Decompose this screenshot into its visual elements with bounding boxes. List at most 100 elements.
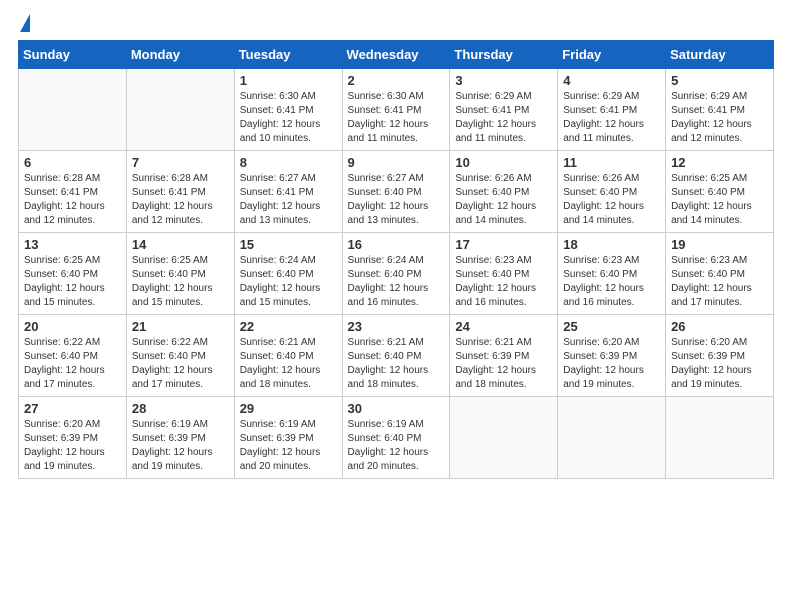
- day-number: 15: [240, 237, 337, 252]
- day-number: 18: [563, 237, 660, 252]
- day-info: Sunrise: 6:23 AM Sunset: 6:40 PM Dayligh…: [671, 254, 768, 310]
- calendar-week-4: 27 Sunrise: 6:20 AM Sunset: 6:39 PM Dayli…: [19, 397, 774, 479]
- table-row: 11Sunrise: 6:26 AM Sunset: 6:40 PM Dayli…: [558, 151, 666, 233]
- day-number: 17: [455, 237, 552, 252]
- table-row: 28 Sunrise: 6:19 AM Sunset: 6:39 PM Dayli…: [126, 397, 234, 479]
- day-info: Sunrise: 6:20 AM Sunset: 6:39 PM Dayligh…: [671, 336, 768, 392]
- day-info: Sunrise: 6:25 AM Sunset: 6:40 PM Dayligh…: [24, 254, 121, 310]
- table-row: 20 Sunrise: 6:22 AM Sunset: 6:40 PM Dayli…: [19, 315, 127, 397]
- day-info: Sunrise: 6:26 AM Sunset: 6:40 PM Dayligh…: [455, 172, 552, 228]
- table-row: 21 Sunrise: 6:22 AM Sunset: 6:40 PM Dayli…: [126, 315, 234, 397]
- day-info: Sunrise: 6:19 AM Sunset: 6:40 PM Dayligh…: [348, 418, 445, 474]
- day-info: Sunrise: 6:25 AM Sunset: 6:40 PM Dayligh…: [671, 172, 768, 228]
- col-header-friday: Friday: [558, 41, 666, 69]
- day-number: 4: [563, 73, 660, 88]
- calendar-week-3: 20 Sunrise: 6:22 AM Sunset: 6:40 PM Dayli…: [19, 315, 774, 397]
- table-row: [19, 69, 127, 151]
- day-number: 3: [455, 73, 552, 88]
- col-header-tuesday: Tuesday: [234, 41, 342, 69]
- calendar-week-2: 13 Sunrise: 6:25 AM Sunset: 6:40 PM Dayli…: [19, 233, 774, 315]
- day-number: 1: [240, 73, 337, 88]
- table-row: 7 Sunrise: 6:28 AM Sunset: 6:41 PM Daylig…: [126, 151, 234, 233]
- table-row: 17 Sunrise: 6:23 AM Sunset: 6:40 PM Dayli…: [450, 233, 558, 315]
- table-row: 14Sunrise: 6:25 AM Sunset: 6:40 PM Dayli…: [126, 233, 234, 315]
- header: [18, 18, 774, 32]
- day-number: 7: [132, 155, 229, 170]
- day-number: 6: [24, 155, 121, 170]
- calendar-table: SundayMondayTuesdayWednesdayThursdayFrid…: [18, 40, 774, 479]
- table-row: 4 Sunrise: 6:29 AM Sunset: 6:41 PM Daylig…: [558, 69, 666, 151]
- table-row: 6 Sunrise: 6:28 AM Sunset: 6:41 PM Daylig…: [19, 151, 127, 233]
- day-number: 20: [24, 319, 121, 334]
- table-row: 13 Sunrise: 6:25 AM Sunset: 6:40 PM Dayli…: [19, 233, 127, 315]
- day-info: Sunrise: 6:29 AM Sunset: 6:41 PM Dayligh…: [671, 90, 768, 146]
- table-row: [450, 397, 558, 479]
- day-number: 28: [132, 401, 229, 416]
- table-row: 18Sunrise: 6:23 AM Sunset: 6:40 PM Dayli…: [558, 233, 666, 315]
- day-info: Sunrise: 6:21 AM Sunset: 6:39 PM Dayligh…: [455, 336, 552, 392]
- logo-triangle-icon: [20, 14, 30, 32]
- table-row: 30 Sunrise: 6:19 AM Sunset: 6:40 PM Dayli…: [342, 397, 450, 479]
- table-row: 12 Sunrise: 6:25 AM Sunset: 6:40 PM Dayli…: [666, 151, 774, 233]
- day-number: 23: [348, 319, 445, 334]
- day-info: Sunrise: 6:28 AM Sunset: 6:41 PM Dayligh…: [24, 172, 121, 228]
- day-number: 16: [348, 237, 445, 252]
- day-number: 5: [671, 73, 768, 88]
- calendar-week-0: 1 Sunrise: 6:30 AM Sunset: 6:41 PM Daylig…: [19, 69, 774, 151]
- table-row: 1 Sunrise: 6:30 AM Sunset: 6:41 PM Daylig…: [234, 69, 342, 151]
- table-row: 24 Sunrise: 6:21 AM Sunset: 6:39 PM Dayli…: [450, 315, 558, 397]
- day-info: Sunrise: 6:24 AM Sunset: 6:40 PM Dayligh…: [348, 254, 445, 310]
- day-info: Sunrise: 6:20 AM Sunset: 6:39 PM Dayligh…: [563, 336, 660, 392]
- day-info: Sunrise: 6:20 AM Sunset: 6:39 PM Dayligh…: [24, 418, 121, 474]
- table-row: 3 Sunrise: 6:29 AM Sunset: 6:41 PM Daylig…: [450, 69, 558, 151]
- day-number: 25: [563, 319, 660, 334]
- day-info: Sunrise: 6:28 AM Sunset: 6:41 PM Dayligh…: [132, 172, 229, 228]
- day-number: 8: [240, 155, 337, 170]
- day-info: Sunrise: 6:27 AM Sunset: 6:41 PM Dayligh…: [240, 172, 337, 228]
- day-info: Sunrise: 6:24 AM Sunset: 6:40 PM Dayligh…: [240, 254, 337, 310]
- day-info: Sunrise: 6:19 AM Sunset: 6:39 PM Dayligh…: [240, 418, 337, 474]
- table-row: [558, 397, 666, 479]
- day-info: Sunrise: 6:19 AM Sunset: 6:39 PM Dayligh…: [132, 418, 229, 474]
- day-info: Sunrise: 6:29 AM Sunset: 6:41 PM Dayligh…: [563, 90, 660, 146]
- table-row: 15 Sunrise: 6:24 AM Sunset: 6:40 PM Dayli…: [234, 233, 342, 315]
- day-number: 9: [348, 155, 445, 170]
- day-number: 2: [348, 73, 445, 88]
- table-row: 2 Sunrise: 6:30 AM Sunset: 6:41 PM Daylig…: [342, 69, 450, 151]
- day-info: Sunrise: 6:29 AM Sunset: 6:41 PM Dayligh…: [455, 90, 552, 146]
- table-row: 22 Sunrise: 6:21 AM Sunset: 6:40 PM Dayli…: [234, 315, 342, 397]
- day-number: 26: [671, 319, 768, 334]
- day-number: 12: [671, 155, 768, 170]
- day-info: Sunrise: 6:22 AM Sunset: 6:40 PM Dayligh…: [132, 336, 229, 392]
- col-header-sunday: Sunday: [19, 41, 127, 69]
- table-row: 9 Sunrise: 6:27 AM Sunset: 6:40 PM Daylig…: [342, 151, 450, 233]
- day-number: 30: [348, 401, 445, 416]
- table-row: 8 Sunrise: 6:27 AM Sunset: 6:41 PM Daylig…: [234, 151, 342, 233]
- day-info: Sunrise: 6:21 AM Sunset: 6:40 PM Dayligh…: [348, 336, 445, 392]
- day-number: 19: [671, 237, 768, 252]
- table-row: 25 Sunrise: 6:20 AM Sunset: 6:39 PM Dayli…: [558, 315, 666, 397]
- logo: [18, 18, 30, 32]
- day-info: Sunrise: 6:26 AM Sunset: 6:40 PM Dayligh…: [563, 172, 660, 228]
- day-number: 22: [240, 319, 337, 334]
- day-number: 10: [455, 155, 552, 170]
- day-number: 21: [132, 319, 229, 334]
- col-header-saturday: Saturday: [666, 41, 774, 69]
- calendar-week-1: 6 Sunrise: 6:28 AM Sunset: 6:41 PM Daylig…: [19, 151, 774, 233]
- col-header-thursday: Thursday: [450, 41, 558, 69]
- day-info: Sunrise: 6:27 AM Sunset: 6:40 PM Dayligh…: [348, 172, 445, 228]
- col-header-wednesday: Wednesday: [342, 41, 450, 69]
- page: SundayMondayTuesdayWednesdayThursdayFrid…: [0, 0, 792, 612]
- day-number: 24: [455, 319, 552, 334]
- table-row: 23 Sunrise: 6:21 AM Sunset: 6:40 PM Dayli…: [342, 315, 450, 397]
- day-info: Sunrise: 6:30 AM Sunset: 6:41 PM Dayligh…: [348, 90, 445, 146]
- day-number: 13: [24, 237, 121, 252]
- day-info: Sunrise: 6:22 AM Sunset: 6:40 PM Dayligh…: [24, 336, 121, 392]
- day-info: Sunrise: 6:30 AM Sunset: 6:41 PM Dayligh…: [240, 90, 337, 146]
- table-row: 19 Sunrise: 6:23 AM Sunset: 6:40 PM Dayli…: [666, 233, 774, 315]
- day-info: Sunrise: 6:25 AM Sunset: 6:40 PM Dayligh…: [132, 254, 229, 310]
- day-info: Sunrise: 6:21 AM Sunset: 6:40 PM Dayligh…: [240, 336, 337, 392]
- day-info: Sunrise: 6:23 AM Sunset: 6:40 PM Dayligh…: [455, 254, 552, 310]
- day-number: 27: [24, 401, 121, 416]
- header-row: SundayMondayTuesdayWednesdayThursdayFrid…: [19, 41, 774, 69]
